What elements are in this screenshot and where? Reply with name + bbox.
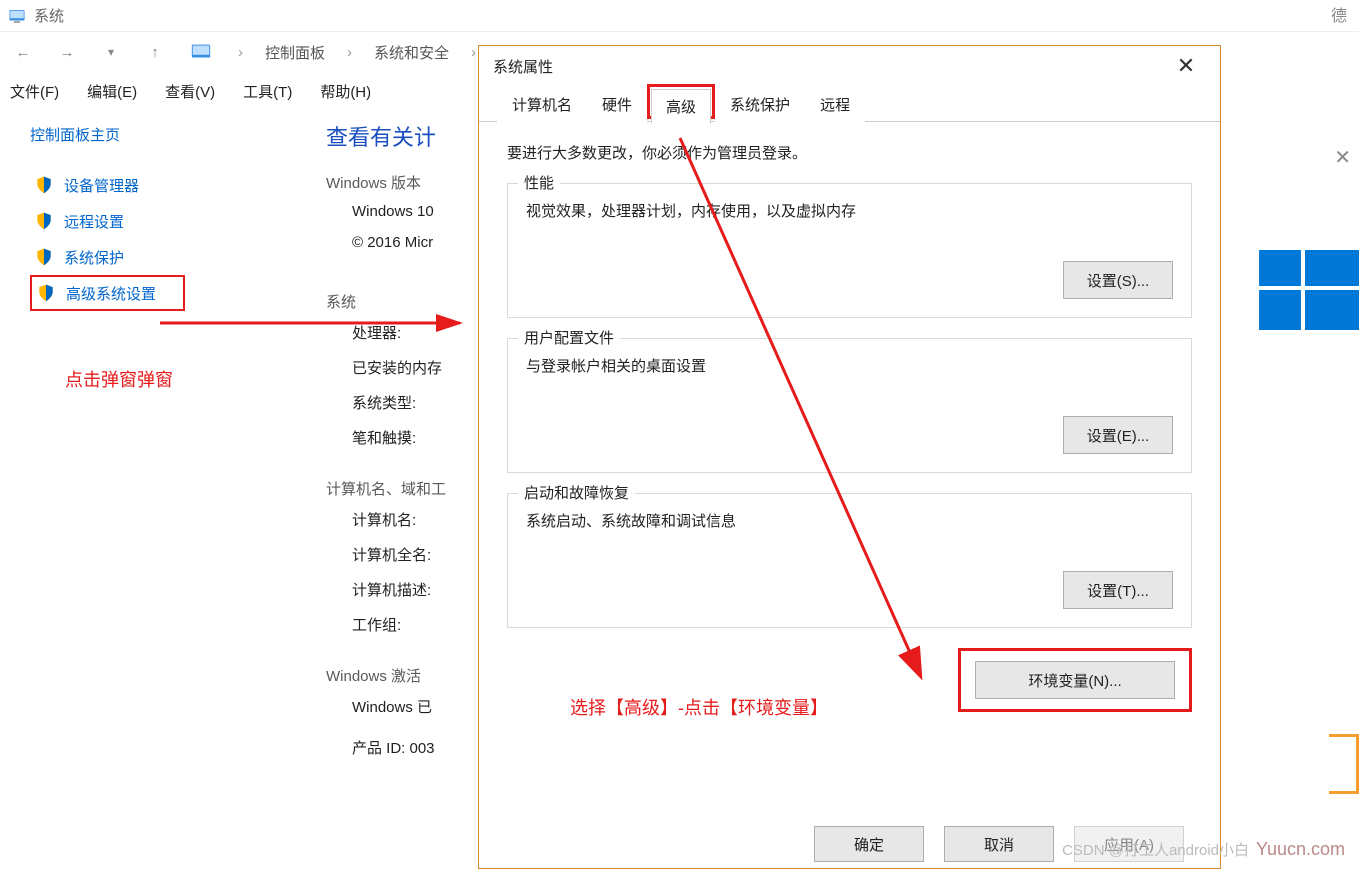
annotation-select-advanced: 选择【高级】-点击【环境变量】 [570,694,828,720]
startup-groupbox: 启动和故障恢复 系统启动、系统故障和调试信息 设置(T)... [507,493,1192,628]
sidebar-item-advanced-settings[interactable]: 高级系统设置 [30,275,185,311]
main-panel: 查看有关计 Windows 版本 Windows 10 © 2016 Micr … [320,106,446,758]
systype-label: 系统类型: [352,392,446,413]
ok-button[interactable]: 确定 [814,826,924,862]
shield-icon [36,283,56,303]
annotation-click-popup: 点击弹窗弹窗 [65,366,320,392]
system-properties-dialog: 系统属性 ✕ 计算机名 硬件 高级 系统保护 远程 要进行大多数更改，你必须作为… [478,45,1221,869]
dialog-titlebar: 系统属性 ✕ [479,46,1220,86]
profile-groupbox: 用户配置文件 与登录帐户相关的桌面设置 设置(E)... [507,338,1192,473]
annotation-highlight-box: 高级 [647,84,715,119]
close-button[interactable]: ✕ [1166,53,1206,79]
menu-file[interactable]: 文件(F) [10,81,59,102]
perf-settings-button[interactable]: 设置(S)... [1063,261,1173,299]
sidebar-item-remote-settings[interactable]: 远程设置 [30,203,320,239]
menu-edit[interactable]: 编辑(E) [87,81,137,102]
window-title: 系统 [34,5,64,26]
profile-legend: 用户配置文件 [518,327,620,348]
sidebar-item-system-protection[interactable]: 系统保护 [30,239,320,275]
dialog-tabs: 计算机名 硬件 高级 系统保护 远程 [479,86,1220,122]
perf-desc: 视觉效果，处理器计划，内存使用，以及虚拟内存 [526,200,1173,221]
close-icon[interactable]: ✕ [1334,145,1351,170]
startup-desc: 系统启动、系统故障和调试信息 [526,510,1173,531]
edition-value: Windows 10 [352,203,446,220]
site-watermark: Yuucn.com [1256,839,1345,860]
breadcrumb-item[interactable]: 系统和安全 [374,42,449,63]
sidebar-item-label: 设备管理器 [64,175,139,196]
system-icon [190,41,212,63]
computer-desc-label: 计算机描述: [352,579,446,600]
dialog-title: 系统属性 [493,56,553,77]
profile-settings-button[interactable]: 设置(E)... [1063,416,1173,454]
startup-settings-button[interactable]: 设置(T)... [1063,571,1173,609]
sidebar-item-label: 远程设置 [64,211,124,232]
tab-advanced[interactable]: 高级 [651,89,711,124]
corner-char: 德 [1331,2,1347,26]
chevron-right-icon: › [234,44,247,61]
windows-logo-icon [1259,250,1359,330]
menu-tools[interactable]: 工具(T) [243,81,292,102]
system-icon [8,7,26,25]
ram-label: 已安装的内存 [352,357,446,378]
breadcrumb-item[interactable]: 控制面板 [265,42,325,63]
cancel-button[interactable]: 取消 [944,826,1054,862]
env-variables-button[interactable]: 环境变量(N)... [975,661,1175,699]
menu-view[interactable]: 查看(V) [165,81,215,102]
edition-label: Windows 版本 [326,172,446,193]
dialog-body: 要进行大多数更改，你必须作为管理员登录。 性能 视觉效果，处理器计划，内存使用，… [479,122,1220,712]
pen-label: 笔和触摸: [352,427,446,448]
annotation-highlight-box: 环境变量(N)... [958,648,1192,712]
processor-label: 处理器: [352,322,446,343]
window-titlebar: 系统 德 [0,0,1359,32]
up-button[interactable]: ↑ [142,39,168,65]
shield-icon [34,175,54,195]
workgroup-label: 工作组: [352,614,446,635]
activated-text: Windows 已 [352,696,446,717]
back-button[interactable]: ← [10,39,36,65]
control-panel-home-link[interactable]: 控制面板主页 [30,124,320,145]
tab-remote[interactable]: 远程 [805,87,865,122]
sidebar-item-device-manager[interactable]: 设备管理器 [30,167,320,203]
shield-icon [34,247,54,267]
sidebar-item-label: 高级系统设置 [66,283,156,304]
sidebar: 控制面板主页 设备管理器 远程设置 系统保护 高级系统设置 点击弹窗弹窗 [0,106,320,758]
menu-help[interactable]: 帮助(H) [320,81,371,102]
sidebar-item-label: 系统保护 [64,247,124,268]
system-section-label: 系统 [326,291,446,312]
perf-legend: 性能 [518,172,560,193]
csdn-watermark: CSDN @打工人android小白 [1062,839,1249,860]
computer-name-header: 计算机名、域和工 [326,478,446,499]
shield-icon [34,211,54,231]
tab-computer-name[interactable]: 计算机名 [497,87,587,122]
chevron-right-icon: › [343,44,356,61]
perf-groupbox: 性能 视觉效果，处理器计划，内存使用，以及虚拟内存 设置(S)... [507,183,1192,318]
forward-button[interactable]: → [54,39,80,65]
profile-desc: 与登录帐户相关的桌面设置 [526,355,1173,376]
activation-label: Windows 激活 [326,665,446,686]
computer-fullname-label: 计算机全名: [352,544,446,565]
computer-name-label: 计算机名: [352,509,446,530]
page-title: 查看有关计 [326,120,446,152]
admin-note: 要进行大多数更改，你必须作为管理员登录。 [507,142,1192,163]
tab-system-protection[interactable]: 系统保护 [715,87,805,122]
product-id: 产品 ID: 003 [352,737,446,758]
annotation-bracket [1329,734,1359,794]
copyright-text: © 2016 Micr [352,234,446,251]
startup-legend: 启动和故障恢复 [518,482,635,503]
tab-hardware[interactable]: 硬件 [587,87,647,122]
history-dropdown[interactable]: ▾ [98,39,124,65]
